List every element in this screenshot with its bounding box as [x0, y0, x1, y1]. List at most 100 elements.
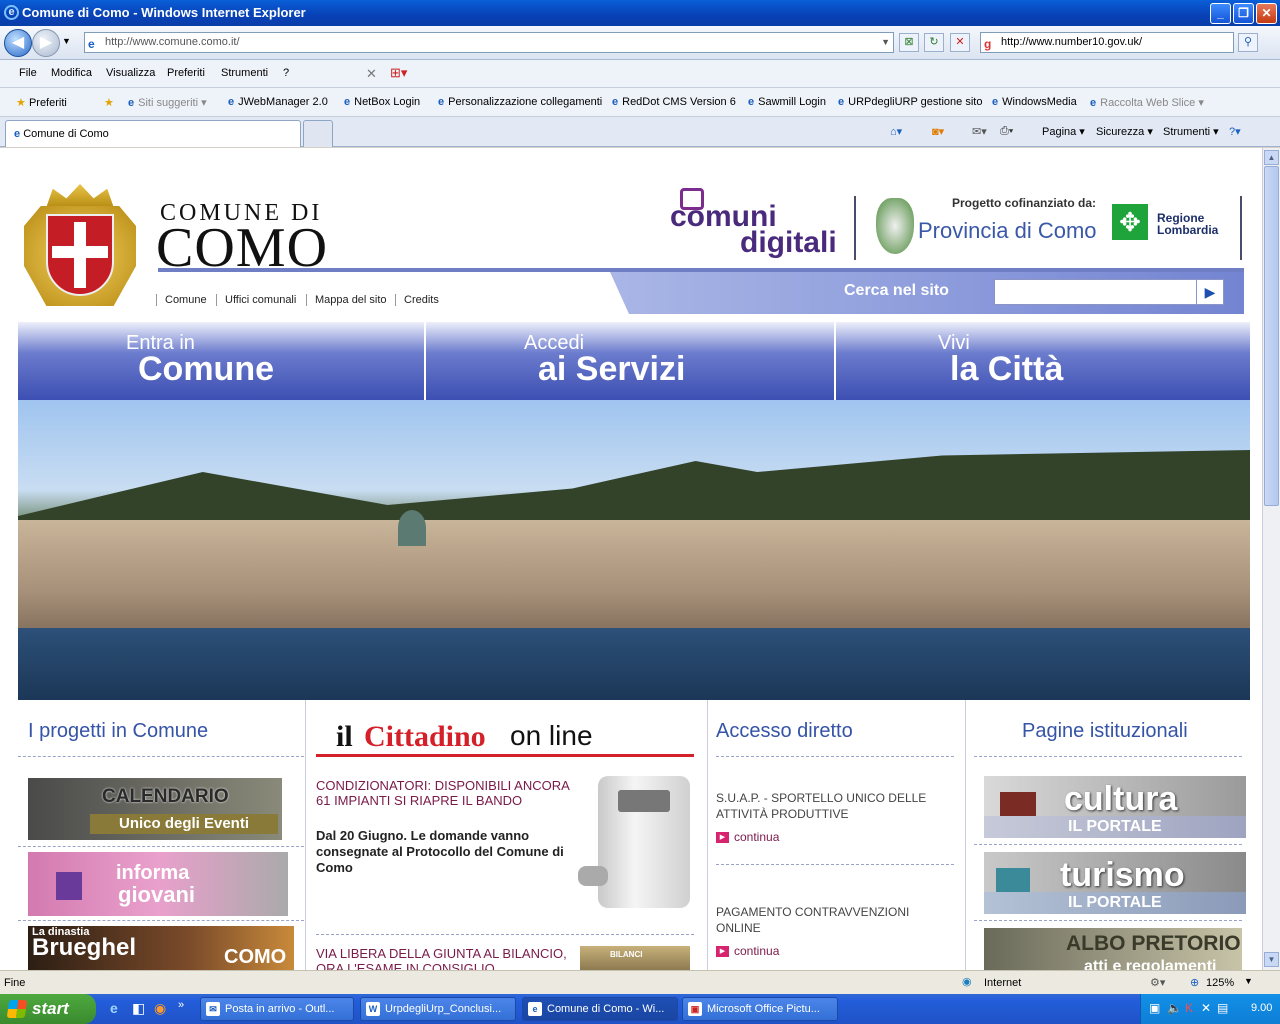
menu-modifica[interactable]: Modifica — [51, 67, 92, 79]
command-sicurezza[interactable]: Sicurezza ▾ — [1096, 125, 1153, 138]
refresh-icon[interactable]: ↻ — [924, 33, 944, 52]
turismo-portale-banner[interactable]: turismo IL PORTALE — [984, 852, 1246, 914]
tray-icon-5[interactable]: ▤ — [1217, 1001, 1228, 1015]
add-favorite-icon[interactable]: ★ — [104, 96, 114, 109]
zoom-icon[interactable]: ⊕ — [1190, 976, 1199, 989]
task-comune-di-como[interactable]: e Comune di Como - Wi... — [522, 997, 678, 1021]
search-box[interactable]: g http://www.number10.gov.uk/ — [980, 32, 1234, 53]
cultura-portale-banner[interactable]: cultura IL PORTALE — [984, 776, 1246, 838]
menu-file[interactable]: File — [19, 67, 37, 79]
como-crest-logo[interactable] — [24, 184, 136, 312]
zoom-dropdown-icon[interactable]: ▼ — [1244, 976, 1253, 986]
protected-mode-icon[interactable]: ⚙▾ — [1150, 976, 1165, 989]
tab-accedi-ai-servizi[interactable]: Accedi ai Servizi — [426, 322, 836, 400]
maximize-button[interactable]: ❐ — [1233, 3, 1254, 24]
more-quicklaunch-icon[interactable]: » — [178, 999, 184, 1011]
task-outlook[interactable]: ✉ Posta in arrivo - Outl... — [200, 997, 354, 1021]
firefox-quicklaunch-icon[interactable]: ◉ — [154, 1000, 166, 1017]
fav-sawmill[interactable]: e Sawmill Login — [748, 96, 826, 108]
accesso-suap-text[interactable]: S.U.A.P. - SPORTELLO UNICO DELLE ATTIVIT… — [716, 790, 956, 822]
menu-preferiti[interactable]: Preferiti — [167, 67, 205, 79]
informa-giovani-banner[interactable]: informa giovani — [28, 852, 288, 916]
subnav-uffici[interactable]: Uffici comunali — [216, 294, 296, 306]
news-condizionatori-title[interactable]: CONDIZIONATORI: DISPONIBILI ANCORA 61 IM… — [316, 778, 578, 808]
ie-quicklaunch-icon[interactable]: e — [110, 1000, 118, 1016]
feeds-icon[interactable]: ◙▾ — [932, 125, 944, 138]
site-search-input[interactable] — [994, 279, 1224, 305]
network-icon[interactable]: ▣ — [1149, 1001, 1160, 1015]
progetti-column: I progetti in Comune CALENDARIO Unico de… — [18, 700, 306, 970]
antivirus-icon[interactable]: K — [1185, 1001, 1193, 1015]
albo-pretorio-banner[interactable]: ALBO PRETORIO atti e regolamenti — [984, 928, 1242, 970]
home-icon[interactable]: ⌂▾ — [890, 125, 902, 138]
fav-jwebmanager[interactable]: e JWebManager 2.0 — [228, 96, 328, 108]
fav-siti-suggeriti[interactable]: e Siti suggeriti ▾ — [128, 96, 207, 109]
command-strumenti[interactable]: Strumenti ▾ — [1163, 125, 1219, 138]
accesso-pagamento-text[interactable]: PAGAMENTO CONTRAVVENZIONI ONLINE — [716, 904, 956, 936]
window-title-bar[interactable]: e Comune di Como - Windows Internet Expl… — [0, 0, 1280, 26]
search-box-text: http://www.number10.gov.uk/ — [1001, 36, 1143, 48]
taskbar: start e ◧ ◉ » ✉ Posta in arrivo - Outl...… — [0, 994, 1280, 1024]
command-pagina[interactable]: Pagina ▾ — [1042, 125, 1085, 138]
news-bilancio-title[interactable]: VIA LIBERA DELLA GIUNTA AL BILANCIO, ORA… — [316, 946, 578, 970]
task-office-picture[interactable]: ▣ Microsoft Office Pictu... — [682, 997, 838, 1021]
tab-vivi-la-citta[interactable]: Vivi la Città — [836, 322, 1250, 400]
provincia-di-como[interactable]: Provincia di Como — [918, 218, 1097, 244]
stop-icon[interactable]: ✕ — [950, 33, 970, 52]
fav-web-slice[interactable]: e Raccolta Web Slice ▾ — [1090, 96, 1204, 109]
minimize-button[interactable]: _ — [1210, 3, 1231, 24]
subnav-comune[interactable]: Comune — [156, 294, 207, 306]
compatibility-icon[interactable]: ⊠ — [899, 33, 919, 52]
translate-icon[interactable]: ⊞▾ — [390, 65, 407, 81]
address-bar[interactable]: e http://www.comune.como.it/ ▼ — [84, 32, 894, 53]
tab-comune-di-como[interactable]: e Comune di Como — [5, 120, 301, 147]
fav-urpdegliurp[interactable]: e URPdegliURP gestione sito — [838, 96, 982, 108]
fav-personalizzazione[interactable]: e Personalizzazione collegamenti — [438, 96, 602, 108]
menu-help[interactable]: ? — [283, 67, 289, 79]
mail-icon[interactable]: ✉▾ — [972, 125, 987, 138]
menu-bar: File Modifica Visualizza Preferiti Strum… — [0, 60, 1280, 88]
fav-reddot[interactable]: e RedDot CMS Version 6 — [612, 96, 736, 108]
condizionatore-image — [578, 776, 690, 908]
brueghel-banner[interactable]: La dinastia Brueghel COMO — [28, 926, 294, 970]
print-icon[interactable]: ⎙▾ — [1000, 125, 1013, 138]
tab-entra-in-comune[interactable]: Entra in Comune — [18, 322, 426, 400]
start-button[interactable]: start — [0, 994, 96, 1024]
help-icon[interactable]: ?▾ — [1229, 125, 1241, 138]
provincia-crest-icon — [876, 198, 914, 254]
scroll-thumb[interactable] — [1264, 166, 1279, 506]
favorites-label: Preferiti — [28, 97, 67, 109]
desktop-quicklaunch-icon[interactable]: ◧ — [132, 1000, 145, 1017]
bilanci-image: BILANCI — [580, 946, 690, 970]
menu-visualizza[interactable]: Visualizza — [106, 67, 155, 79]
menu-strumenti[interactable]: Strumenti — [221, 67, 268, 79]
search-go-button[interactable]: ▶ — [1196, 279, 1224, 305]
zoom-level[interactable]: 125% — [1206, 977, 1234, 989]
subnav-credits[interactable]: Credits — [395, 294, 439, 306]
scroll-down-arrow[interactable]: ▼ — [1264, 952, 1279, 967]
back-button[interactable]: ◀ — [4, 29, 32, 57]
fav-netbox[interactable]: e NetBox Login — [344, 96, 420, 108]
regione-lombardia-label[interactable]: Regione Lombardia — [1157, 212, 1218, 236]
scroll-up-arrow[interactable]: ▲ — [1264, 150, 1279, 165]
il-cittadino-logo[interactable]: il Cittadino on line — [316, 718, 694, 758]
vertical-scrollbar[interactable]: ▲ ▼ — [1262, 148, 1280, 970]
volume-icon[interactable]: 🔈 — [1167, 1001, 1182, 1015]
history-dropdown-icon[interactable]: ▼ — [62, 36, 71, 46]
close-button[interactable]: ✕ — [1256, 3, 1277, 24]
status-bar: Fine ◉ Internet ⚙▾ ⊕ 125% ▼ — [0, 970, 1280, 994]
calendario-banner[interactable]: CALENDARIO Unico degli Eventi — [28, 778, 282, 840]
suap-continua-link[interactable]: ▶ continua — [716, 830, 779, 844]
search-icon[interactable]: ⚲ — [1238, 33, 1258, 52]
favorites-button[interactable]: ★ Preferiti — [16, 96, 67, 109]
pagamento-continua-link[interactable]: ▶ continua — [716, 944, 779, 958]
subnav-mappa[interactable]: Mappa del sito — [306, 294, 387, 306]
new-tab-button[interactable] — [303, 120, 333, 147]
forward-button[interactable]: ▶ — [32, 29, 60, 57]
fav-windowsmedia[interactable]: e WindowsMedia — [992, 96, 1077, 108]
close-toolbar-icon[interactable]: ✕ — [366, 66, 377, 82]
task-urpdegliurp[interactable]: W UrpdegliUrp_Conclusi... — [360, 997, 516, 1021]
chevron-down-icon[interactable]: ▼ — [881, 33, 890, 52]
tray-icon-4[interactable]: ✕ — [1201, 1001, 1211, 1015]
comuni-digitali-logo[interactable]: comuni digitali — [670, 202, 837, 258]
